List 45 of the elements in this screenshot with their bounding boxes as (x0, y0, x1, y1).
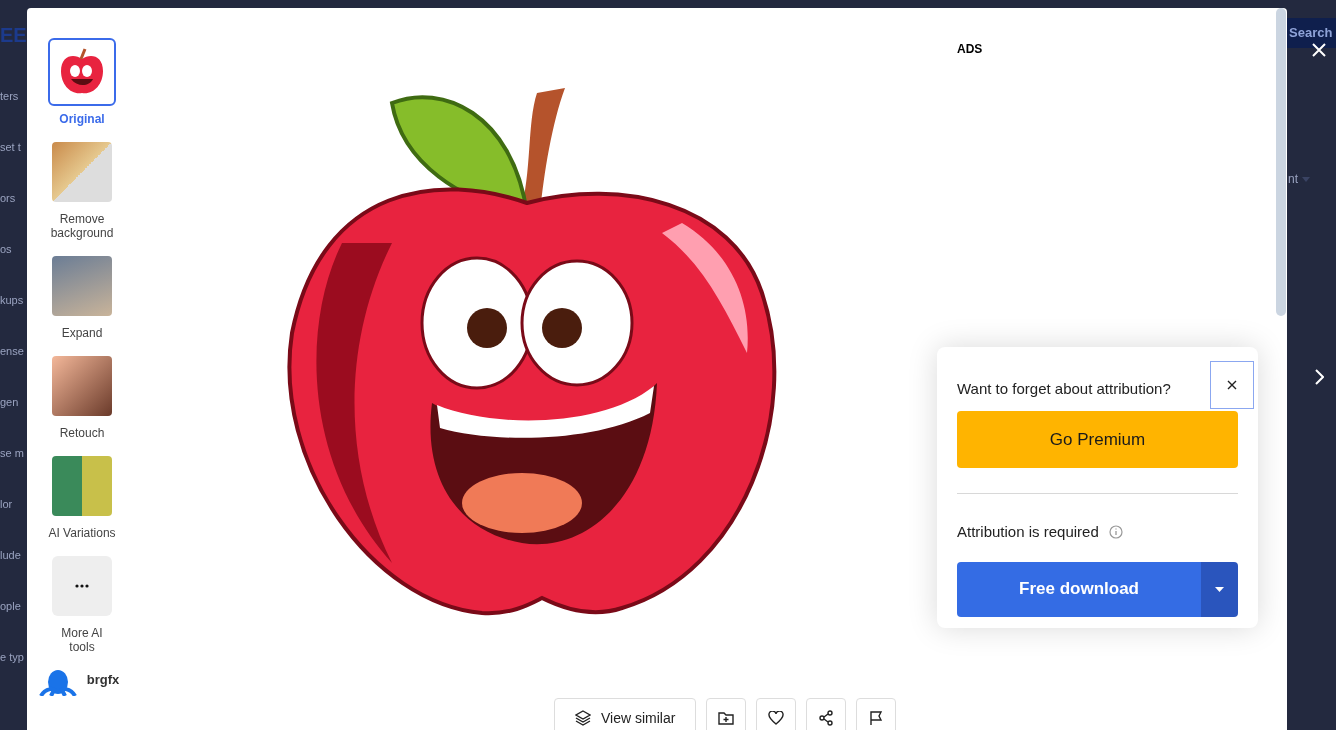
heart-icon (768, 711, 785, 725)
close-button[interactable] (1210, 361, 1254, 409)
filter-label: os (0, 242, 12, 257)
filter-label: ople (0, 599, 21, 614)
attribution-question: Want to forget about attribution? (957, 378, 1171, 399)
tool-label[interactable]: More AI tools (47, 626, 117, 654)
share-icon (818, 710, 835, 726)
sort-label: nt (1288, 171, 1298, 188)
filter-label: kups (0, 293, 24, 308)
tool-label[interactable]: Original (47, 112, 117, 126)
share-button[interactable] (806, 698, 847, 730)
tool-label[interactable]: Expand (47, 326, 117, 340)
author-name[interactable]: brgfx (86, 670, 120, 690)
info-icon[interactable] (1108, 525, 1123, 540)
scrollbar-thumb[interactable] (1276, 8, 1286, 316)
tool-label[interactable]: Retouch (47, 426, 117, 440)
download-options-button[interactable] (1201, 561, 1238, 617)
folder-plus-icon (718, 711, 735, 725)
filter-label: ense (0, 344, 24, 359)
add-to-collection-button[interactable] (706, 698, 747, 730)
chevron-right-icon[interactable] (1314, 369, 1324, 385)
view-similar-button[interactable]: View similar (554, 698, 697, 730)
caret-icon (1215, 586, 1224, 592)
filter-label: set t (0, 140, 21, 155)
caret-icon (1302, 176, 1310, 182)
free-download-button[interactable]: Free download (957, 561, 1201, 617)
filter-label: e typ (0, 650, 24, 665)
filter-label: gen (0, 395, 19, 410)
close-icon (1227, 380, 1237, 390)
layers-icon (575, 710, 591, 726)
attribution-required-text: Attribution is required (957, 522, 1099, 542)
filter-label: se m (0, 446, 24, 461)
filter-label: ters (0, 89, 19, 104)
filter-label: lude (0, 548, 21, 563)
like-button[interactable] (756, 698, 797, 730)
search-button[interactable]: Search (1287, 18, 1336, 48)
close-icon[interactable] (1312, 43, 1326, 57)
go-premium-button[interactable]: Go Premium (957, 411, 1238, 468)
ads-label: ADS (957, 41, 983, 58)
filter-label: ors (0, 191, 16, 206)
report-button[interactable] (856, 698, 897, 730)
filter-label: lor (0, 497, 13, 512)
tool-label[interactable]: AI Variations (47, 526, 117, 540)
flag-icon (869, 710, 884, 726)
tool-label[interactable]: Remove background (47, 212, 117, 240)
